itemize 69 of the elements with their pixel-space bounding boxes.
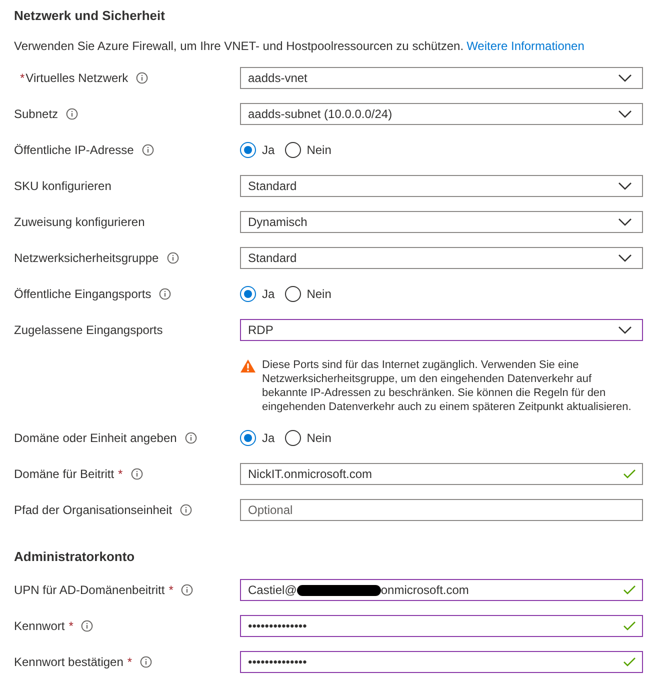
input-field[interactable]: Castiel@ onmicrosoft.com — [240, 579, 643, 601]
info-icon[interactable] — [184, 432, 197, 444]
field-label: Zuweisung konfigurieren — [14, 214, 145, 231]
radio-button[interactable] — [240, 142, 256, 158]
more-info-link[interactable]: Weitere Informationen — [466, 37, 584, 55]
radio-button[interactable] — [240, 286, 256, 302]
radio-option[interactable]: Nein — [284, 285, 332, 303]
field-label: Zugelassene Eingangsports — [14, 322, 163, 339]
info-icon[interactable] — [140, 656, 152, 668]
radio-button[interactable] — [240, 430, 256, 446]
dropdown[interactable]: Standard — [240, 175, 643, 197]
required-mark: * — [68, 618, 74, 635]
chevron-down-icon — [618, 326, 632, 334]
input-field[interactable]: Optional — [240, 499, 643, 521]
field-label: Pfad der Organisationseinheit — [14, 502, 172, 519]
field-label: Netzwerksicherheitsgruppe — [14, 250, 159, 267]
info-icon[interactable] — [66, 108, 78, 120]
description-text: Verwenden Sie Azure Firewall, um Ihre VNET- und Hostpoolressourcen zu schützen. Weitere Informationen — [14, 36, 586, 56]
check-icon — [623, 657, 636, 667]
chevron-down-icon — [618, 74, 632, 82]
info-icon[interactable] — [180, 504, 192, 516]
chevron-down-icon — [618, 218, 632, 226]
radio-option[interactable]: Ja — [240, 429, 275, 447]
password-field[interactable]: •••••••••••••• — [240, 615, 643, 637]
radio-button[interactable] — [284, 430, 301, 446]
radio-button[interactable] — [284, 286, 301, 302]
info-icon[interactable] — [142, 144, 154, 156]
radio-button[interactable] — [284, 142, 301, 158]
warning-text: Diese Ports sind für das Internet zugänglich. Verwenden Sie eine Netzwerksicherheitsgruppe, um den eingehenden Datenverkehr auf bekannte IP-Adressen zu beschränken. Sie können die Regeln für den eingehenden Datenverkehr auch zu einem späteren Zeitpunkt aktualisieren. — [262, 358, 632, 414]
radio-option[interactable]: Ja — [240, 141, 275, 159]
password-field[interactable]: •••••••••••••• — [240, 651, 643, 673]
field-label: Kennwort — [14, 618, 65, 635]
field-label: SKU konfigurieren — [14, 178, 112, 195]
check-icon — [623, 469, 636, 479]
info-icon[interactable] — [181, 584, 194, 596]
field-label: Virtuelles Netzwerk — [26, 70, 128, 87]
chevron-down-icon — [618, 254, 632, 262]
chevron-down-icon — [618, 110, 632, 118]
field-label: Öffentliche Eingangsports — [14, 286, 152, 303]
dropdown[interactable]: aadds-vnet — [240, 67, 643, 89]
required-mark: * — [168, 582, 174, 599]
dropdown[interactable]: RDP — [240, 319, 643, 341]
radio-option[interactable]: Ja — [240, 285, 275, 303]
info-icon[interactable] — [166, 252, 179, 264]
field-label: Öffentliche IP-Adresse — [14, 142, 134, 159]
warning-icon — [240, 359, 256, 373]
section-heading: Administratorkonto — [14, 548, 136, 566]
radio-option[interactable]: Nein — [284, 141, 332, 159]
info-icon[interactable] — [81, 620, 94, 632]
field-label: UPN für AD-Domänenbeitritt — [14, 582, 165, 599]
info-icon[interactable] — [159, 288, 172, 300]
radio-option[interactable]: Nein — [284, 429, 332, 447]
check-icon — [623, 585, 636, 595]
input-field[interactable]: NickIT.onmicrosoft.com — [240, 463, 643, 485]
field-label: Kennwort bestätigen — [14, 654, 124, 671]
info-icon[interactable] — [136, 72, 148, 84]
field-label: Domäne für Beitritt — [14, 466, 114, 483]
required-mark: * — [127, 654, 132, 671]
chevron-down-icon — [618, 182, 632, 190]
dropdown[interactable]: aadds-subnet (10.0.0.0/24) — [240, 103, 643, 125]
field-label: Domäne oder Einheit angeben — [14, 430, 177, 447]
dropdown[interactable]: Standard — [240, 247, 643, 269]
required-mark: * — [118, 466, 123, 483]
dropdown[interactable]: Dynamisch — [240, 211, 643, 233]
section-heading: Netzwerk und Sicherheit — [14, 7, 166, 26]
info-icon[interactable] — [130, 468, 143, 480]
check-icon — [623, 621, 636, 631]
required-mark: * — [20, 70, 25, 87]
field-label: Subnetz — [14, 106, 58, 123]
